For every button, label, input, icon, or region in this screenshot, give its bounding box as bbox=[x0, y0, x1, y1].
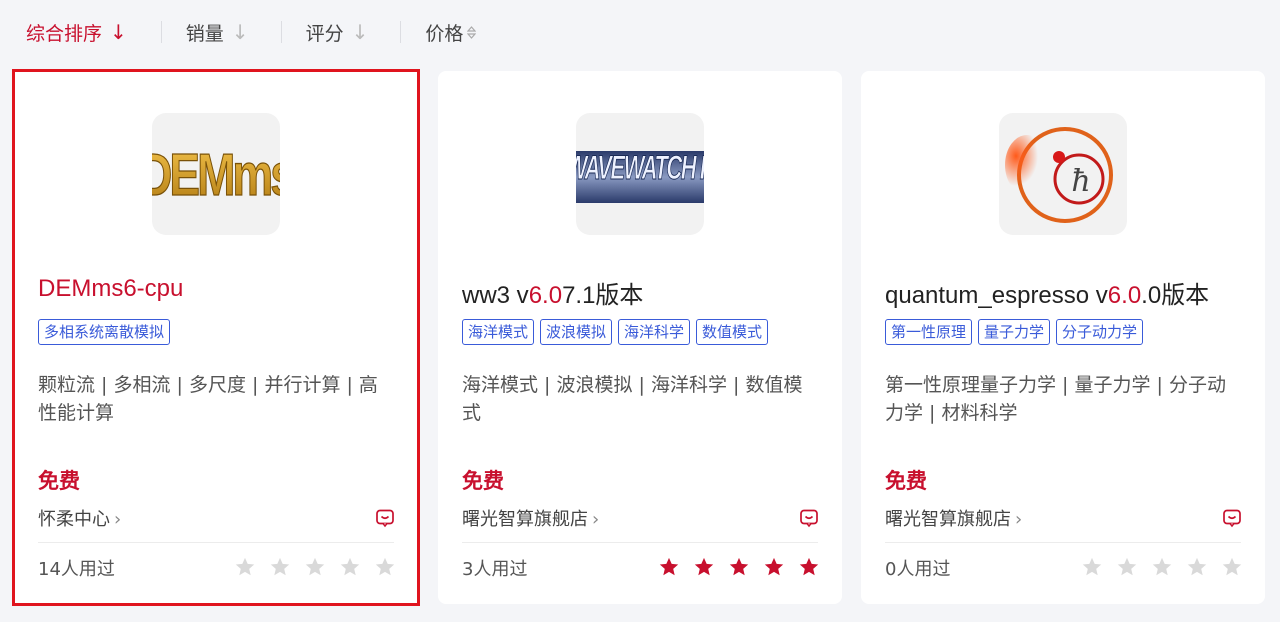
rating-stars bbox=[658, 556, 820, 578]
product-title[interactable]: DEMms6-cpu bbox=[38, 275, 183, 303]
product-title[interactable]: ww3 v6.07.1版本 bbox=[462, 275, 643, 310]
sort-price-label: 价格 bbox=[425, 22, 464, 45]
tag[interactable]: 第一性原理 bbox=[885, 319, 973, 345]
product-description: 第一性原理量子力学 | 量子力学 | 分子动力学 | 材料科学 bbox=[885, 374, 1226, 424]
store-name: 曙光智算旗舰店 bbox=[462, 509, 588, 530]
star-icon bbox=[305, 557, 325, 576]
sort-price[interactable]: 价格 bbox=[425, 19, 477, 46]
price: 免费 bbox=[38, 469, 80, 493]
arrow-down-icon: ↓ bbox=[351, 20, 369, 44]
tag[interactable]: 分子动力学 bbox=[1056, 319, 1144, 345]
arrow-down-icon: ↓ bbox=[110, 20, 127, 44]
rating-stars bbox=[234, 556, 396, 578]
chevron-right-icon: › bbox=[592, 509, 600, 530]
svg-text:DEMms: DEMms bbox=[152, 142, 280, 208]
title-part: 6.0 bbox=[1107, 282, 1142, 309]
star-icon bbox=[1222, 557, 1242, 576]
divider bbox=[462, 542, 818, 543]
wavewatch-logo: WAVEWATCH III bbox=[576, 149, 704, 203]
product-card[interactable]: ħ quantum_espresso v6.0.0版本 第一性原理 量子力学 分… bbox=[861, 71, 1265, 604]
quantum-espresso-logo: ħ bbox=[1005, 127, 1113, 223]
divider bbox=[38, 542, 394, 543]
sort-comprehensive[interactable]: 综合排序 ↓ bbox=[26, 19, 127, 46]
divider bbox=[400, 21, 402, 43]
tag[interactable]: 海洋模式 bbox=[462, 319, 535, 345]
tag-list: 海洋模式 波浪模拟 海洋科学 数值模式 bbox=[462, 319, 769, 345]
divider bbox=[885, 542, 1241, 543]
star-icon bbox=[799, 557, 819, 576]
title-part: ww3 v bbox=[462, 282, 529, 309]
demms-logo: DEMms bbox=[152, 142, 280, 209]
product-logo: ħ bbox=[999, 113, 1127, 235]
product-logo: WAVEWATCH III bbox=[576, 113, 704, 235]
title-part: .0版本 bbox=[1141, 282, 1210, 309]
star-icon bbox=[659, 557, 679, 576]
star-icon bbox=[1117, 557, 1137, 576]
star-icon bbox=[235, 557, 255, 576]
sort-updown-icon bbox=[467, 25, 477, 39]
tag[interactable]: 数值模式 bbox=[696, 319, 769, 345]
product-logo: DEMms bbox=[152, 113, 280, 235]
star-icon bbox=[375, 557, 395, 576]
store-name: 曙光智算旗舰店 bbox=[885, 509, 1011, 530]
sort-sales[interactable]: 销量 ↓ bbox=[186, 19, 249, 46]
store-name: 怀柔中心 bbox=[38, 509, 110, 530]
tag[interactable]: 波浪模拟 bbox=[540, 319, 613, 345]
sort-rating-label: 评分 bbox=[305, 22, 344, 45]
sort-bar: 综合排序 ↓ 销量 ↓ 评分 ↓ 价格 bbox=[0, 0, 1280, 64]
title-part: 6.0 bbox=[528, 282, 563, 309]
star-icon bbox=[1082, 557, 1102, 576]
chevron-right-icon: › bbox=[114, 509, 122, 530]
chat-bubble-icon[interactable] bbox=[799, 508, 819, 528]
tag-list: 第一性原理 量子力学 分子动力学 bbox=[885, 319, 1144, 345]
product-card[interactable]: WAVEWATCH III ww3 v6.07.1版本 海洋模式 波浪模拟 海洋… bbox=[438, 71, 842, 604]
star-icon bbox=[764, 557, 784, 576]
svg-text:ħ: ħ bbox=[1071, 164, 1090, 199]
title-part: 7.1版本 bbox=[562, 282, 644, 309]
product-card[interactable]: DEMms DEMms6-cpu 多相系统离散模拟 颗粒流 | 多相流 | 多尺… bbox=[12, 69, 420, 606]
star-icon bbox=[729, 557, 749, 576]
store-link[interactable]: 曙光智算旗舰店 › bbox=[462, 505, 599, 531]
price: 免费 bbox=[885, 469, 927, 493]
product-title[interactable]: quantum_espresso v6.0.0版本 bbox=[885, 275, 1209, 310]
sort-rating[interactable]: 评分 ↓ bbox=[306, 19, 369, 46]
tag[interactable]: 海洋科学 bbox=[618, 319, 691, 345]
sort-sales-label: 销量 bbox=[185, 22, 224, 45]
divider bbox=[280, 21, 282, 43]
divider bbox=[160, 21, 162, 43]
chat-bubble-icon[interactable] bbox=[375, 508, 395, 528]
usage-count: 0人用过 bbox=[885, 559, 951, 580]
tag[interactable]: 量子力学 bbox=[978, 319, 1051, 345]
usage-count: 3人用过 bbox=[462, 559, 528, 580]
star-icon bbox=[694, 557, 714, 576]
tag-list: 多相系统离散模拟 bbox=[38, 319, 171, 345]
rating-stars bbox=[1081, 556, 1243, 578]
svg-text:WAVEWATCH III: WAVEWATCH III bbox=[576, 149, 704, 187]
arrow-down-icon: ↓ bbox=[231, 20, 249, 44]
store-link[interactable]: 怀柔中心 › bbox=[38, 505, 121, 531]
star-icon bbox=[270, 557, 290, 576]
star-icon bbox=[340, 557, 360, 576]
store-link[interactable]: 曙光智算旗舰店 › bbox=[885, 505, 1022, 531]
sort-comprehensive-label: 综合排序 bbox=[26, 22, 103, 45]
title-part: quantum_espresso v bbox=[885, 282, 1108, 309]
product-description: 颗粒流 | 多相流 | 多尺度 | 并行计算 | 高性能计算 bbox=[38, 374, 378, 424]
star-icon bbox=[1152, 557, 1172, 576]
star-icon bbox=[1187, 557, 1207, 576]
product-description: 海洋模式 | 波浪模拟 | 海洋科学 | 数值模式 bbox=[462, 374, 803, 424]
tag[interactable]: 多相系统离散模拟 bbox=[38, 319, 171, 345]
chevron-right-icon: › bbox=[1015, 509, 1023, 530]
chat-bubble-icon[interactable] bbox=[1222, 508, 1242, 528]
price: 免费 bbox=[462, 469, 504, 493]
usage-count: 14人用过 bbox=[38, 559, 115, 580]
